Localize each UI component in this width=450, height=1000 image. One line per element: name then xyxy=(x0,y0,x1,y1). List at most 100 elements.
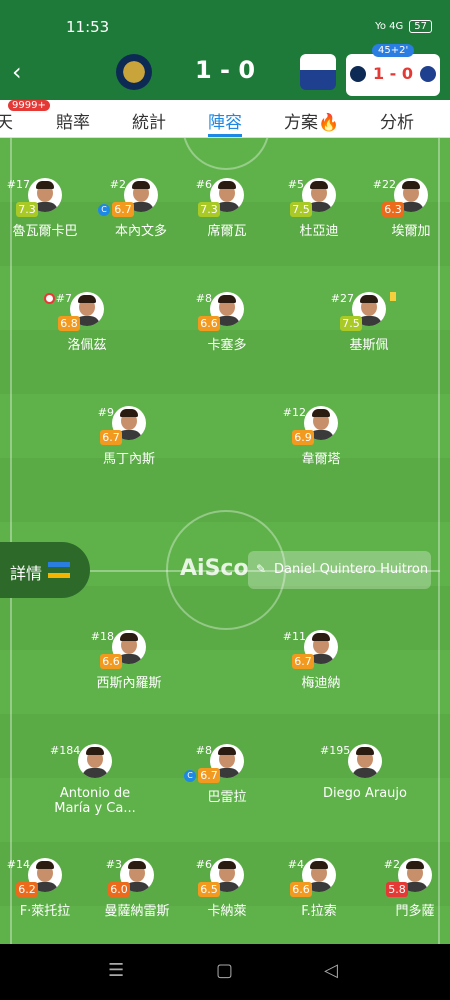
player-number: #184 xyxy=(50,744,81,757)
player-number: #7 xyxy=(55,292,72,305)
player-card[interactable]: #18 6.6 西斯內羅斯 xyxy=(84,630,174,700)
player-card[interactable]: #14 6.2 F·萊托拉 xyxy=(0,858,90,928)
player-number: #8 xyxy=(195,292,212,305)
pitch-right-line xyxy=(438,138,440,944)
pitch-top-arc xyxy=(182,138,270,170)
player-card[interactable]: #2 5.8 門多薩 xyxy=(370,858,450,928)
player-name: Antonio de María y Ca... xyxy=(54,786,136,816)
player-card[interactable]: #11 6.7 梅迪納 xyxy=(276,630,366,700)
player-card[interactable]: #6 7.3 席爾瓦 xyxy=(182,178,272,248)
notification-badge: 9999+ xyxy=(8,100,50,111)
player-number: #11 xyxy=(282,630,306,643)
player-number: #9 xyxy=(97,406,114,419)
player-card[interactable]: #8 C 6.7 巴雷拉 xyxy=(182,744,272,814)
tab-plans[interactable]: 方案🔥 xyxy=(284,108,339,133)
back-icon[interactable]: ‹ xyxy=(12,58,36,86)
player-number: #2 xyxy=(383,858,400,871)
away-team-logo[interactable] xyxy=(300,54,336,90)
player-rating: 6.7 xyxy=(100,430,122,445)
player-rating: 7.3 xyxy=(16,202,38,217)
details-button[interactable]: 詳情 xyxy=(0,542,90,598)
player-number: #4 xyxy=(287,858,304,871)
player-name: 梅迪納 xyxy=(301,676,341,691)
mini-away-logo xyxy=(420,66,436,82)
player-rating: 6.7 xyxy=(112,202,134,217)
player-number: #5 xyxy=(287,178,304,191)
player-rating: 6.7 xyxy=(292,654,314,669)
tab-lineup[interactable]: 陣容 xyxy=(208,108,242,133)
player-rating: 6.6 xyxy=(198,316,220,331)
player-name: 馬丁內斯 xyxy=(102,452,155,467)
player-card[interactable]: #8 6.6 卡塞多 xyxy=(182,292,272,362)
player-number: #22 xyxy=(372,178,396,191)
tab-stats[interactable]: 統計 xyxy=(132,108,166,133)
player-card[interactable]: #22 6.3 埃爾加 xyxy=(366,178,450,248)
match-time-badge: 45+2' xyxy=(372,44,415,57)
player-number: #14 xyxy=(6,858,30,871)
status-icons: Yo 4G 57 xyxy=(375,20,432,33)
match-header: ‹ 1 - 0 1 - 0 45+2' xyxy=(0,44,450,100)
home-icon[interactable]: ▢ xyxy=(216,960,233,981)
watermark: AiSco xyxy=(180,556,249,581)
player-rating: 6.5 xyxy=(198,882,220,897)
battery-icon: 57 xyxy=(409,20,432,33)
player-rating: 6.3 xyxy=(382,202,404,217)
player-rating: 6.6 xyxy=(290,882,312,897)
player-number: #6 xyxy=(195,178,212,191)
player-rating: 6.8 xyxy=(58,316,80,331)
player-rating: 7.3 xyxy=(198,202,220,217)
player-name: 西斯內羅斯 xyxy=(96,676,162,691)
player-rating: 6.2 xyxy=(16,882,38,897)
menu-icon[interactable]: ☰ xyxy=(108,960,124,981)
player-rating: 5.8 xyxy=(386,882,408,897)
player-card[interactable]: #17 7.3 魯瓦爾卡巴 xyxy=(0,178,90,248)
player-rating: 6.9 xyxy=(292,430,314,445)
player-number: #18 xyxy=(90,630,114,643)
player-card[interactable]: #184 Antonio de María y Ca... xyxy=(50,744,140,816)
signal-icon: Yo 4G xyxy=(375,21,404,32)
match-score: 1 - 0 xyxy=(194,56,256,84)
tab-active-indicator xyxy=(208,134,242,137)
player-avatar xyxy=(78,744,112,778)
yellow-card-icon xyxy=(390,292,396,301)
player-number: #3 xyxy=(105,858,122,871)
tab-odds[interactable]: 賠率 xyxy=(56,108,90,133)
player-name: 卡塞多 xyxy=(207,338,247,353)
player-name: 門多薩 xyxy=(395,904,435,919)
player-rating: 7.5 xyxy=(290,202,312,217)
android-nav-bar: ☰ ▢ ◁ xyxy=(0,944,450,1000)
details-label: 詳情 xyxy=(10,564,43,583)
player-card[interactable]: #4 6.6 F.拉索 xyxy=(274,858,364,928)
player-card[interactable]: #3 6.0 曼薩納雷斯 xyxy=(92,858,182,928)
player-rating: 6.7 xyxy=(198,768,220,783)
player-card[interactable]: #9 6.7 馬丁內斯 xyxy=(84,406,174,476)
player-card[interactable]: #5 7.5 杜亞迪 xyxy=(274,178,364,248)
whistle-icon: ✎ xyxy=(256,562,267,576)
tab-analysis[interactable]: 分析 xyxy=(380,108,414,133)
tab-bar: 天 9999+ 賠率 統計 陣容 方案🔥 分析 xyxy=(0,100,450,138)
back-nav-icon[interactable]: ◁ xyxy=(324,960,338,981)
player-card[interactable]: #27 7.5 基斯佩 xyxy=(324,292,414,362)
player-name: 基斯佩 xyxy=(349,338,389,353)
tab-chat[interactable]: 天 xyxy=(0,108,13,133)
player-number: #195 xyxy=(320,744,351,757)
status-time: 11:53 xyxy=(66,18,110,36)
player-number: #12 xyxy=(282,406,306,419)
player-card[interactable]: #7 6.8 洛佩茲 xyxy=(42,292,132,362)
details-icon xyxy=(48,562,70,578)
mini-score: 1 - 0 xyxy=(372,64,414,83)
referee-badge: ✎ Daniel Quintero Huitron xyxy=(248,551,431,589)
player-number: #2 xyxy=(109,178,126,191)
mini-score-card[interactable]: 1 - 0 xyxy=(346,54,440,96)
player-name: 魯瓦爾卡巴 xyxy=(12,224,78,239)
player-card[interactable]: #12 6.9 韋爾塔 xyxy=(276,406,366,476)
player-avatar xyxy=(348,744,382,778)
player-card[interactable]: #6 6.5 卡納萊 xyxy=(182,858,272,928)
player-name: 洛佩茲 xyxy=(67,338,107,353)
player-number: #17 xyxy=(6,178,30,191)
player-name: 韋爾塔 xyxy=(301,452,341,467)
home-team-logo[interactable] xyxy=(116,54,152,90)
player-card[interactable]: #195 Diego Araujo xyxy=(320,744,410,814)
player-number: #6 xyxy=(195,858,212,871)
player-name: F.拉索 xyxy=(301,904,337,919)
